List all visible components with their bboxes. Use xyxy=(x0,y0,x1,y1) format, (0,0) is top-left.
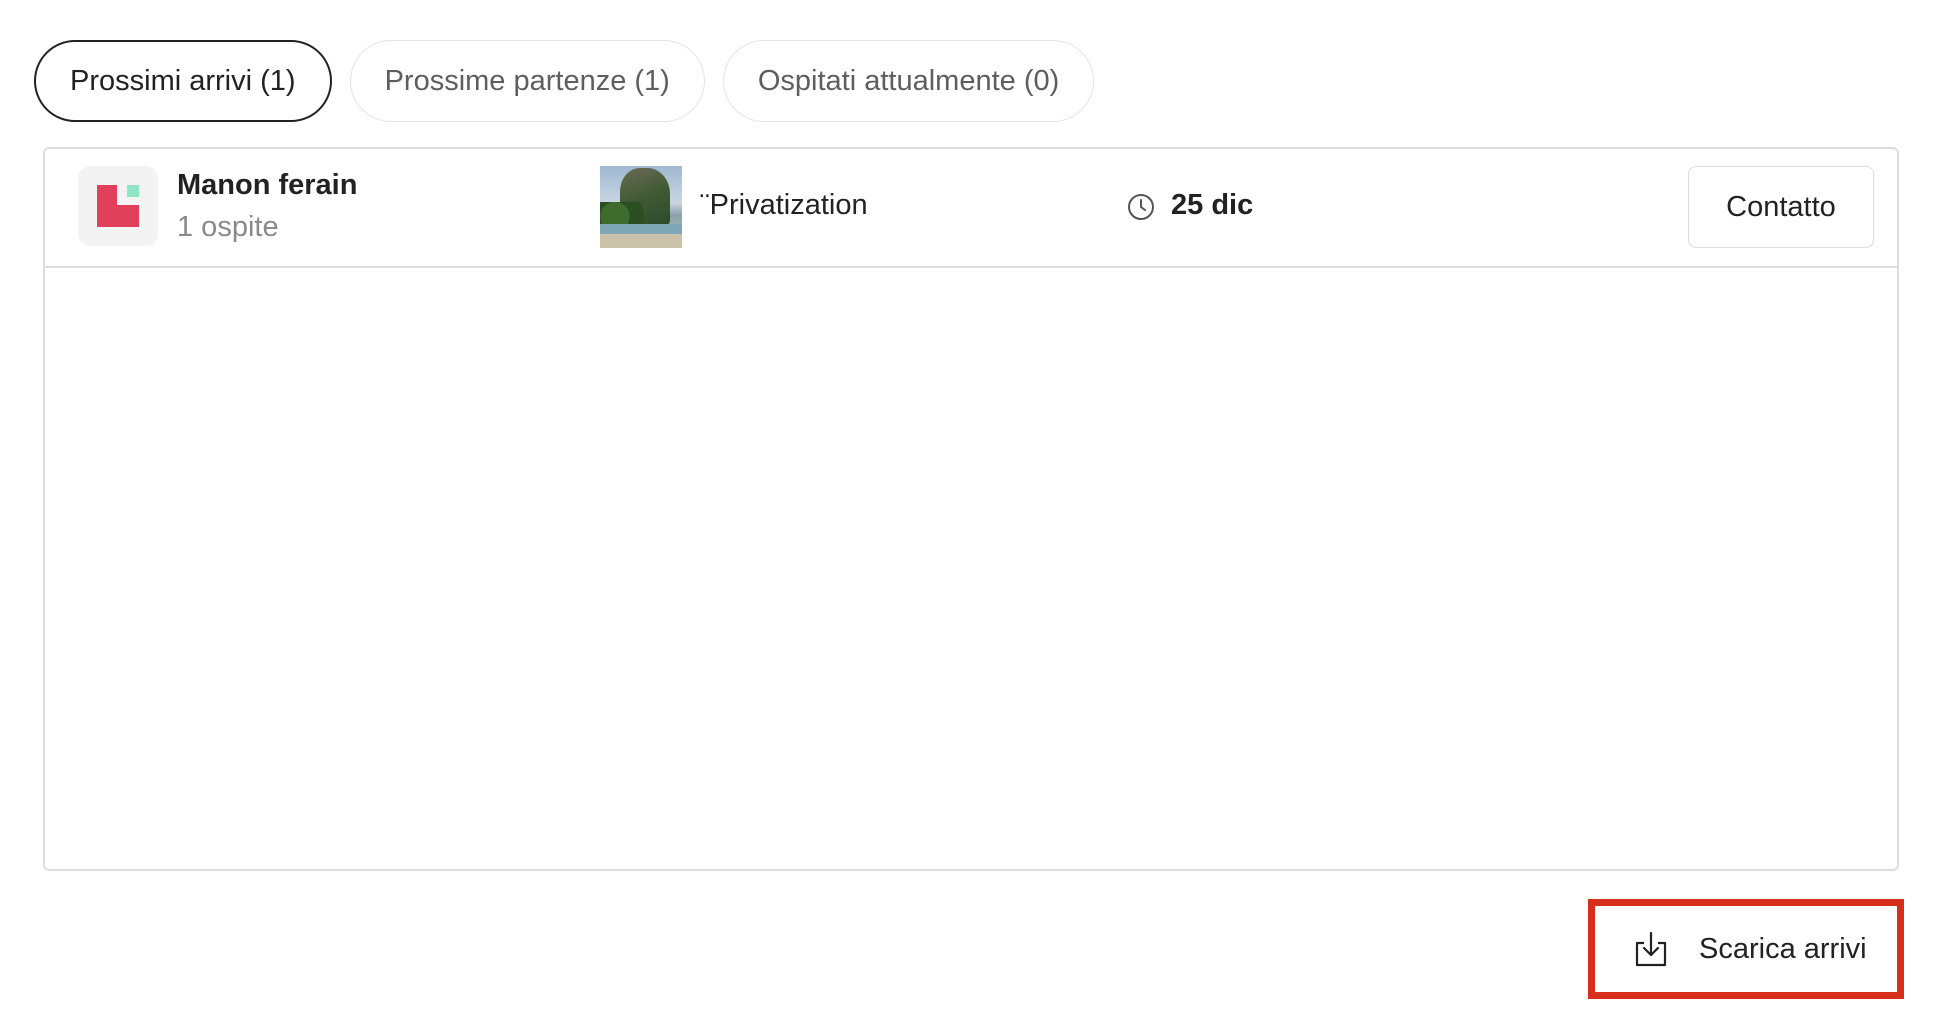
reservation-tabs: Prossimi arrivi (1) Prossime partenze (1… xyxy=(34,40,1095,122)
reservation-row[interactable]: Manon ferain 1 ospite ¨Privatization 25 … xyxy=(45,149,1897,268)
reservation-list: Manon ferain 1 ospite ¨Privatization 25 … xyxy=(43,147,1899,871)
clock-icon xyxy=(1128,194,1154,220)
guest-name: Manon ferain xyxy=(177,169,358,201)
tab-currently-hosting-label: Ospitati attualmente (0) xyxy=(757,64,1060,97)
avatar-logo-dot xyxy=(127,185,139,197)
download-arrivals-button[interactable]: Scarica arrivi xyxy=(1588,899,1904,999)
listing-name: ¨Privatization xyxy=(700,189,868,221)
contact-button[interactable]: Contatto xyxy=(1688,166,1874,248)
tab-upcoming-arrivals-label: Prossimi arrivi (1) xyxy=(70,64,296,97)
arrival-date: 25 dic xyxy=(1171,189,1254,221)
download-icon xyxy=(1635,931,1667,967)
avatar-logo-shape xyxy=(97,205,139,227)
listing-thumbnail xyxy=(600,166,682,248)
tab-currently-hosting[interactable]: Ospitati attualmente (0) xyxy=(722,40,1095,122)
contact-button-label: Contatto xyxy=(1726,190,1836,223)
tab-upcoming-departures[interactable]: Prossime partenze (1) xyxy=(349,40,705,122)
guest-count: 1 ospite xyxy=(177,211,279,243)
reservations-page: Prossimi arrivi (1) Prossime partenze (1… xyxy=(0,0,1942,1036)
tab-upcoming-arrivals[interactable]: Prossimi arrivi (1) xyxy=(34,40,332,122)
guest-avatar xyxy=(78,166,158,246)
tab-upcoming-departures-label: Prossime partenze (1) xyxy=(384,64,670,97)
download-arrivals-label: Scarica arrivi xyxy=(1699,932,1867,965)
